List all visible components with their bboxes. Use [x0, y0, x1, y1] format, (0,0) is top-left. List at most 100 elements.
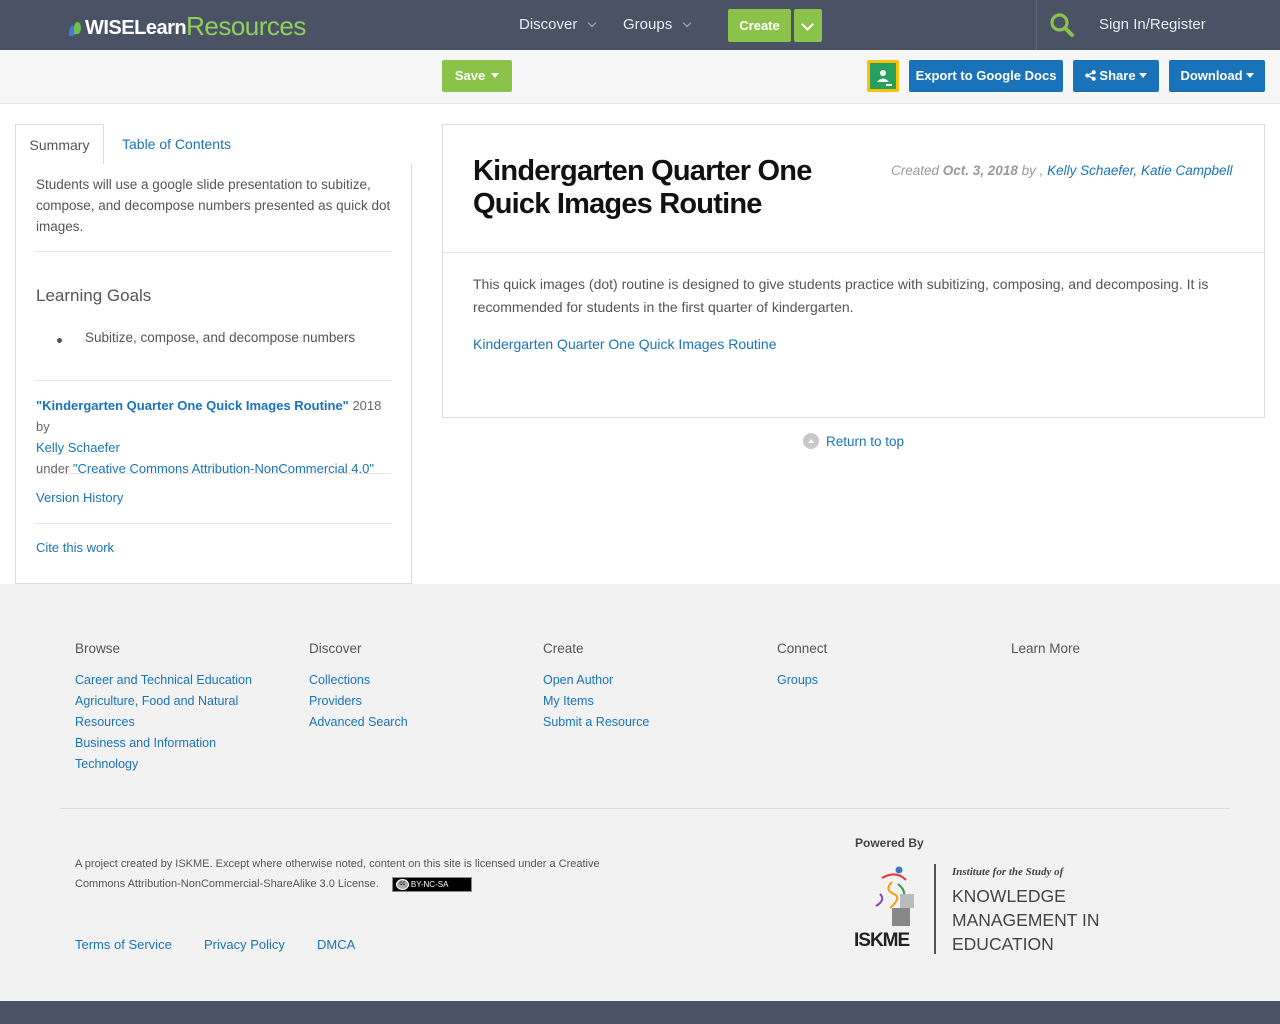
- create-button[interactable]: Create: [728, 9, 791, 42]
- caret-down-icon: [491, 73, 500, 78]
- divider: [36, 523, 391, 524]
- footer-link[interactable]: Open Author: [543, 670, 743, 691]
- divider: [36, 473, 391, 474]
- resource-meta: Created Oct. 3, 2018 by , Kelly Schaefer…: [891, 163, 1232, 178]
- footer-heading[interactable]: Learn More: [1011, 641, 1211, 656]
- footer-heading: Create: [543, 641, 584, 656]
- privacy-policy-link[interactable]: Privacy Policy: [204, 937, 285, 952]
- created-date: Oct. 3, 2018: [942, 163, 1018, 178]
- sidebar-tabs: Summary Table of Contents: [15, 124, 412, 166]
- tab-summary[interactable]: Summary: [15, 124, 104, 166]
- save-button-label: Save: [454, 68, 486, 83]
- caret-down-icon: [1138, 73, 1147, 78]
- resource-file-link[interactable]: Kindergarten Quarter One Quick Images Ro…: [473, 336, 777, 352]
- export-to-google-docs-button[interactable]: Export to Google Docs: [909, 60, 1063, 92]
- cite-this-work-link[interactable]: Cite this work: [36, 540, 114, 555]
- dmca-link[interactable]: DMCA: [317, 937, 355, 952]
- sign-in-register-link[interactable]: Sign In/Register: [1099, 0, 1206, 50]
- iskme-figure-icon: [875, 866, 914, 926]
- share-button-label: Share: [1099, 68, 1136, 83]
- created-label: Created: [891, 163, 943, 178]
- learning-goal-item: Subitize, compose, and decompose numbers: [85, 330, 356, 345]
- nav-discover-label: Discover: [519, 16, 578, 33]
- tab-table-of-contents[interactable]: Table of Contents: [122, 124, 231, 165]
- footer-heading: Connect: [777, 641, 828, 656]
- footer-link[interactable]: Business and Information Technology: [75, 733, 235, 775]
- nav-groups-label: Groups: [623, 16, 673, 33]
- footer-heading: Discover: [309, 641, 362, 656]
- attribution-work-link[interactable]: "Kindergarten Quarter One Quick Images R…: [36, 398, 349, 413]
- footer-link[interactable]: Collections: [309, 670, 509, 691]
- iskme-logo[interactable]: ISKME Institute for the Study of KNOWLED…: [854, 864, 1114, 956]
- footer-link[interactable]: My Items: [543, 691, 743, 712]
- share-button[interactable]: Share: [1073, 60, 1159, 92]
- footer-link[interactable]: Career and Technical Education: [75, 670, 275, 691]
- logo-text-resources: Resources: [186, 11, 306, 41]
- powered-by-label: Powered By: [855, 836, 924, 850]
- iskme-name-line: MANAGEMENT IN: [952, 910, 1100, 930]
- nav-divider: [1036, 0, 1037, 50]
- bottom-bar: [0, 1001, 1280, 1024]
- resource-header: Kindergarten Quarter One Quick Images Ro…: [443, 125, 1264, 253]
- share-icon: [1085, 70, 1097, 81]
- by-label: by ,: [1017, 163, 1048, 178]
- iskme-name-line: EDUCATION: [952, 934, 1054, 954]
- chevron-down-icon: [682, 18, 692, 28]
- cc-license-badge[interactable]: cc BY-NC-SA: [391, 876, 472, 892]
- search-icon[interactable]: [1049, 12, 1075, 38]
- footer-column-discover: Discover Collections Providers Advanced …: [309, 641, 509, 733]
- author-link[interactable]: Kelly Schaefer: [1047, 163, 1133, 178]
- return-to-top-link[interactable]: Return to top: [803, 433, 904, 449]
- attribution-author-link[interactable]: Kelly Schaefer: [36, 440, 120, 455]
- download-button[interactable]: Download: [1169, 60, 1265, 92]
- footer-heading: Browse: [75, 641, 121, 656]
- divider: [36, 380, 391, 381]
- chevron-down-icon: [801, 18, 814, 31]
- footer-link[interactable]: Advanced Search: [309, 712, 509, 733]
- license-text: A project created by ISKME. Except where…: [75, 858, 600, 890]
- top-navbar: WISELearn Resources Discover Groups Crea…: [0, 0, 1280, 50]
- divider: [36, 251, 391, 252]
- footer-column-learn-more: Learn More: [1011, 641, 1211, 670]
- google-classroom-icon[interactable]: [867, 60, 899, 92]
- footer: Browse Career and Technical Education Ag…: [0, 584, 1280, 1001]
- iskme-name: KNOWLEDGE MANAGEMENT IN EDUCATION: [952, 884, 1099, 956]
- resource-card: Kindergarten Quarter One Quick Images Ro…: [442, 124, 1265, 418]
- footer-column-connect: Connect Groups: [777, 641, 977, 691]
- resource-description: This quick images (dot) routine is desig…: [473, 276, 1209, 315]
- save-button[interactable]: Save: [442, 60, 512, 92]
- iskme-name-line: KNOWLEDGE: [952, 886, 1066, 906]
- cc-icon: cc: [395, 878, 409, 890]
- summary-panel: Students will use a google slide present…: [15, 164, 412, 584]
- logo-leaf-icon: [69, 20, 83, 36]
- page-title: Kindergarten Quarter One Quick Images Ro…: [473, 155, 812, 220]
- resource-toolbar: Save Export to Google Docs Share Downloa…: [0, 50, 1280, 104]
- arrow-up-circle-icon: [803, 433, 819, 449]
- author-link[interactable]: Katie Campbell: [1141, 163, 1233, 178]
- logo-divider: [934, 864, 936, 954]
- caret-down-icon: [1245, 73, 1254, 78]
- create-dropdown-button[interactable]: [794, 9, 822, 42]
- terms-of-service-link[interactable]: Terms of Service: [75, 937, 172, 952]
- bullet-icon: [57, 338, 62, 343]
- footer-link[interactable]: Submit a Resource: [543, 712, 743, 733]
- footer-link[interactable]: Groups: [777, 670, 977, 691]
- summary-text: Students will use a google slide present…: [36, 177, 391, 234]
- nav-discover[interactable]: Discover: [519, 0, 597, 50]
- footer-column-create: Create Open Author My Items Submit a Res…: [543, 641, 743, 733]
- iskme-wordmark: ISKME: [854, 930, 910, 951]
- version-history-link[interactable]: Version History: [36, 490, 123, 505]
- wiselearn-logo[interactable]: WISELearn Resources: [69, 11, 306, 39]
- nav-groups[interactable]: Groups: [623, 0, 692, 50]
- download-button-label: Download: [1180, 68, 1243, 83]
- chevron-down-icon: [588, 18, 597, 28]
- footer-column-browse: Browse Career and Technical Education Ag…: [75, 641, 275, 775]
- cc-badge-label: BY-NC-SA: [410, 879, 449, 889]
- license-notice: A project created by ISKME. Except where…: [75, 854, 615, 894]
- footer-link[interactable]: Providers: [309, 691, 509, 712]
- footer-link[interactable]: Agriculture, Food and Natural Resources: [75, 691, 250, 733]
- footer-divider: [60, 808, 1230, 809]
- author-separator: ,: [1133, 163, 1141, 178]
- attribution: "Kindergarten Quarter One Quick Images R…: [36, 395, 396, 479]
- learning-goals-heading: Learning Goals: [36, 286, 152, 305]
